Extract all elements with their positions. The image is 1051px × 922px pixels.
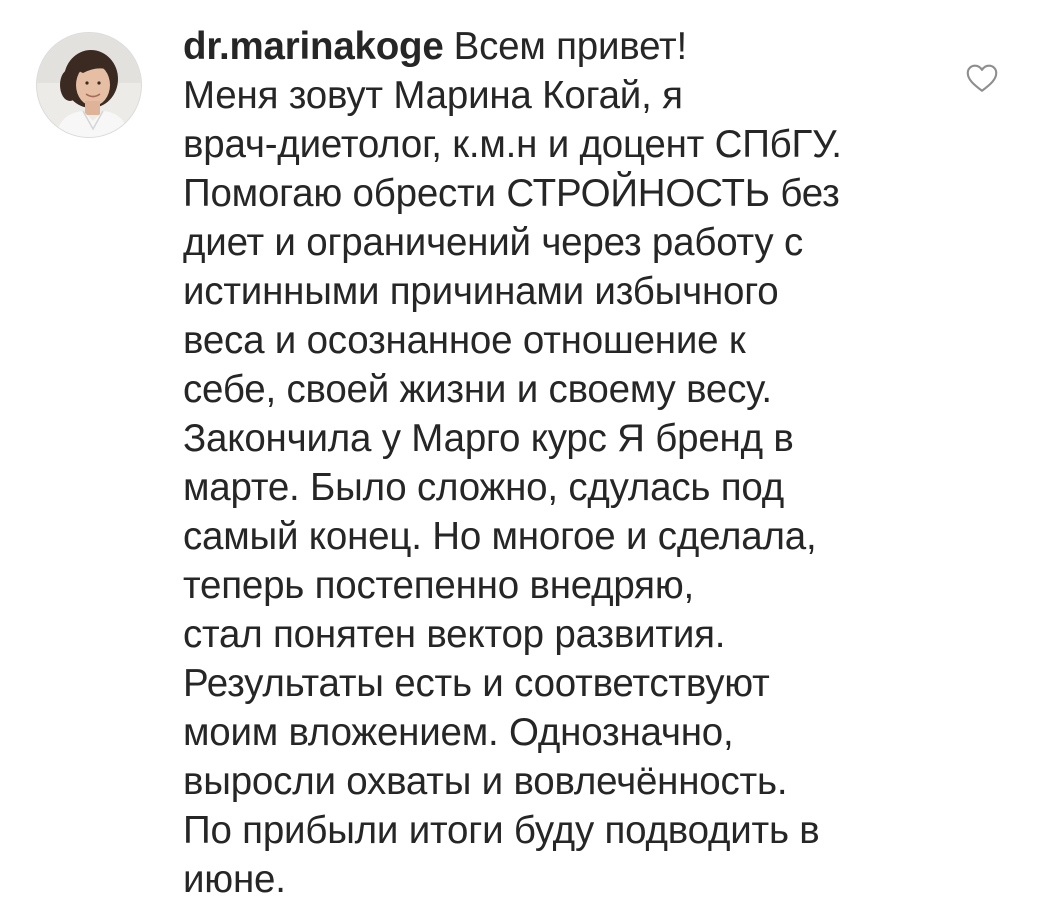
avatar[interactable] [36,32,142,138]
comment-line: самый конец. Но многое и сделала, [183,515,817,558]
comment-line: веса и осознанное отношение к [183,319,746,362]
comment-text: dr.marinakoge Всем привет! Меня зовут Мар… [183,22,923,904]
comment-line: себе, своей жизни и своему весу. [183,368,772,411]
like-button[interactable] [963,60,1001,96]
username-link[interactable]: dr.marinakoge [183,25,444,68]
comment-line: По прибыли итоги буду подводить в [183,809,820,852]
comment-line: Результаты есть и соответствуют [183,662,770,705]
comment-greeting: Всем привет! [453,25,688,68]
heart-outline-icon [966,64,998,92]
comment-line: истинными причинами избычного [183,270,779,313]
comment-line: Меня зовут Марина Когай, я [183,74,683,117]
user-avatar-photo [37,33,141,137]
comment-line: стал понятен вектор развития. [183,613,726,656]
comment: dr.marinakoge Всем привет! Меня зовут Мар… [0,0,1051,922]
comment-line: марте. Было сложно, сдулась под [183,466,785,509]
comment-first-line: dr.marinakoge Всем привет! [183,22,923,71]
comment-line: врач-диетолог, к.м.н и доцент СПбГУ. [183,123,842,166]
comment-line: Закончила у Марго курс Я бренд в [183,417,794,460]
comment-line: диет и ограничений через работу с [183,221,804,264]
comment-line: моим вложением. Однозначно, [183,711,734,754]
comment-line: Помогаю обрести СТРОЙНОСТЬ без [183,172,840,215]
comment-line: выросли охваты и вовлечённость. [183,760,788,803]
comment-line: июне. [183,858,286,901]
comment-line: теперь постепенно внедряю, [183,564,694,607]
